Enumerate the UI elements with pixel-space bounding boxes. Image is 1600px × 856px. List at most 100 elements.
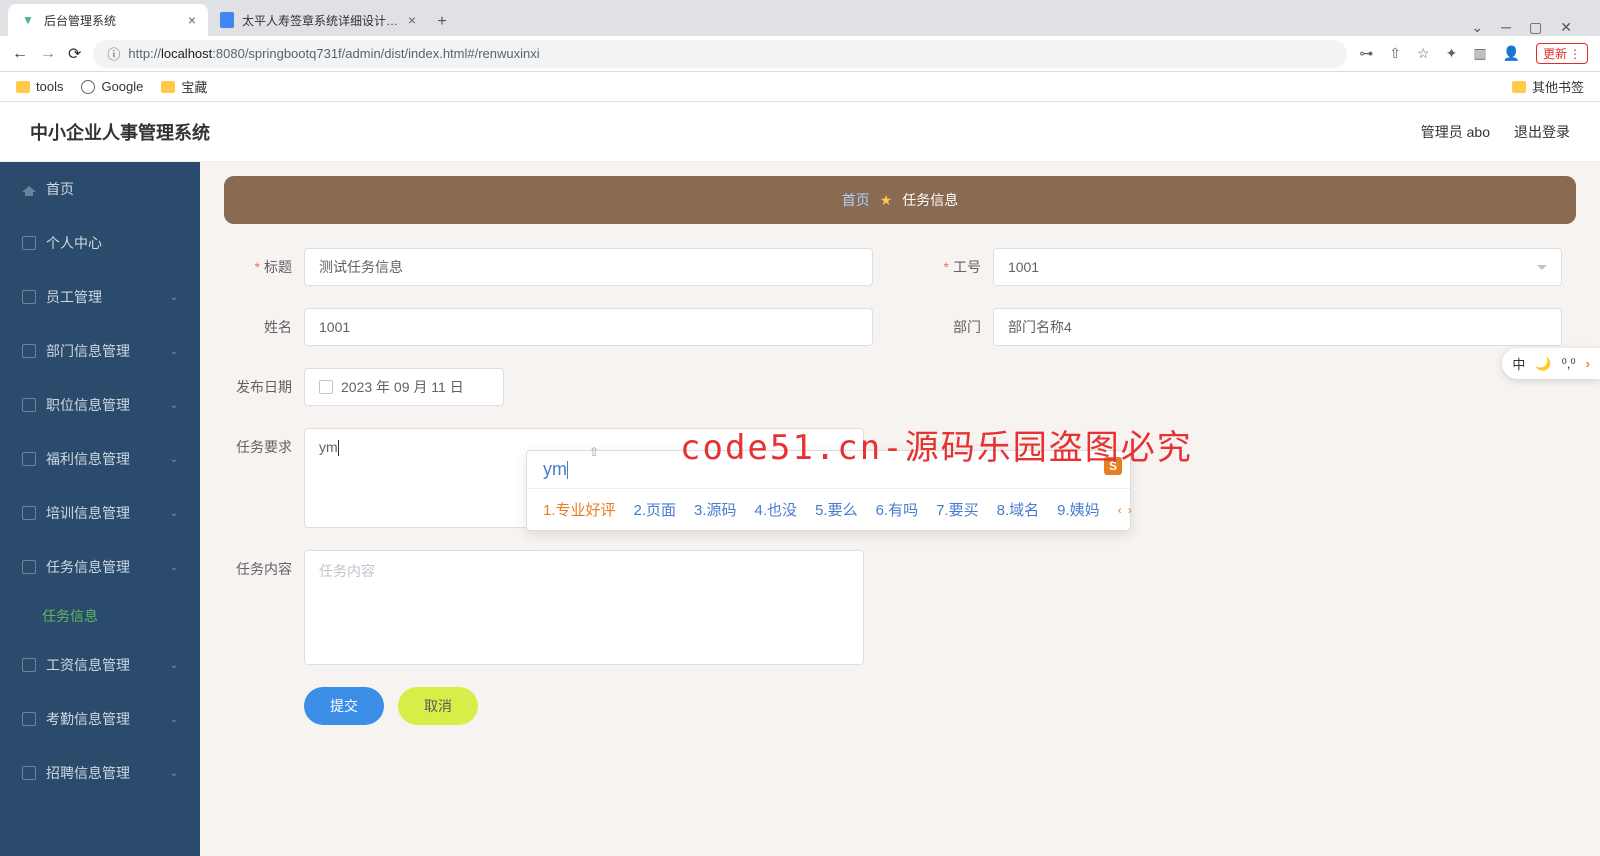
breadcrumb-current: 任务信息 [902, 190, 958, 210]
sidebar-item-training[interactable]: 培训信息管理⌄ [0, 486, 200, 540]
chevron-down-icon[interactable]: ⌄ [1471, 19, 1483, 36]
pub-date-input[interactable]: 2023 年 09 月 11 日 [304, 368, 504, 406]
forward-button[interactable]: → [40, 45, 56, 63]
close-icon[interactable]: × [408, 12, 416, 28]
sidebar-subitem-task-info[interactable]: 任务信息 [0, 594, 200, 638]
sidebar-item-employee[interactable]: 员工管理⌄ [0, 270, 200, 324]
browser-tab-active[interactable]: ▼ 后台管理系统 × [8, 4, 208, 36]
vue-icon: ▼ [20, 12, 36, 28]
share-icon[interactable]: ⇧ [1389, 45, 1401, 62]
back-button[interactable]: ← [12, 45, 28, 63]
profile-icon[interactable]: 👤 [1503, 45, 1520, 62]
globe-icon [81, 80, 95, 94]
ime-candidate[interactable]: 2.页面 [634, 499, 677, 520]
sidebar-item-welfare[interactable]: 福利信息管理⌄ [0, 432, 200, 486]
ime-candidate[interactable]: 9.姨妈 [1057, 499, 1100, 520]
sidebar-item-dept[interactable]: 部门信息管理⌄ [0, 324, 200, 378]
chevron-right-icon[interactable]: › [1586, 356, 1590, 371]
ime-candidate[interactable]: 8.域名 [997, 499, 1040, 520]
browser-tab[interactable]: 太平人寿签章系统详细设计文档 × [208, 4, 428, 36]
extensions-icon[interactable]: ✦ [1446, 45, 1458, 62]
bookmark-treasure[interactable]: 宝藏 [161, 77, 207, 96]
ime-candidate[interactable]: 7.要买 [936, 499, 979, 520]
bookmark-tools[interactable]: tools [16, 79, 63, 94]
cancel-button[interactable]: 取消 [398, 687, 478, 725]
name-input[interactable]: 1001 [304, 308, 873, 346]
maximize-icon[interactable]: ▢ [1529, 19, 1542, 36]
ime-status-widget[interactable]: 中 🌙 ⁰,⁰ › [1502, 348, 1600, 379]
bookmarks-bar: tools Google 宝藏 其他书签 [0, 72, 1600, 102]
docs-icon [220, 12, 234, 28]
label-content: 任务内容 [224, 550, 304, 579]
chevron-down-icon: ⌄ [170, 346, 178, 357]
dept-input[interactable]: 部门名称4 [993, 308, 1562, 346]
ime-popup: ym S ⇧ 1.专业好评 2.页面 3.源码 4.也没 5.要么 6.有吗 7… [526, 450, 1131, 531]
sidebar-item-recruit[interactable]: 招聘信息管理⌄ [0, 746, 200, 800]
calendar-icon [319, 380, 333, 394]
new-tab-button[interactable]: + [428, 8, 456, 36]
position-icon [22, 398, 36, 412]
info-icon[interactable]: ⓘ [107, 44, 120, 63]
sidebar-item-home[interactable]: 首页 [0, 162, 200, 216]
label-title: *标题 [224, 248, 304, 277]
chevron-down-icon: ⌄ [170, 768, 178, 779]
update-button[interactable]: 更新 ⋮ [1536, 43, 1588, 64]
bookmark-google[interactable]: Google [81, 79, 143, 94]
recruit-icon [22, 766, 36, 780]
ime-candidate[interactable]: 5.要么 [815, 499, 858, 520]
up-arrow-icon: ⇧ [589, 445, 599, 459]
tab-title: 太平人寿签章系统详细设计文档 [242, 12, 400, 29]
chevron-down-icon: ⌄ [170, 292, 178, 303]
submit-button[interactable]: 提交 [304, 687, 384, 725]
logout-link[interactable]: 退出登录 [1514, 122, 1570, 142]
sidebar-item-task[interactable]: 任务信息管理⌄ [0, 540, 200, 594]
home-icon [22, 182, 36, 196]
chevron-down-icon: ⌄ [170, 400, 178, 411]
users-icon [22, 290, 36, 304]
ime-candidate[interactable]: 3.源码 [694, 499, 737, 520]
sidebar-item-salary[interactable]: 工资信息管理⌄ [0, 638, 200, 692]
other-bookmarks[interactable]: 其他书签 [1512, 77, 1584, 96]
breadcrumb-home[interactable]: 首页 [842, 190, 870, 210]
ime-candidate[interactable]: 1.专业好评 [543, 499, 616, 520]
chevron-down-icon: ⌄ [170, 508, 178, 519]
ime-candidate[interactable]: 4.也没 [755, 499, 798, 520]
job-no-select[interactable]: 1001 [993, 248, 1562, 286]
training-icon [22, 506, 36, 520]
tab-title: 后台管理系统 [44, 12, 180, 29]
app-title: 中小企业人事管理系统 [30, 119, 210, 145]
sidebar-item-attendance[interactable]: 考勤信息管理⌄ [0, 692, 200, 746]
chevron-down-icon: ⌄ [170, 562, 178, 573]
label-requirement: 任务要求 [224, 428, 304, 457]
reading-list-icon[interactable]: ▥ [1473, 45, 1486, 62]
content-textarea[interactable]: 任务内容 [304, 550, 864, 665]
window-close-icon[interactable]: ✕ [1560, 19, 1572, 36]
folder-icon [16, 81, 30, 93]
breadcrumb: 首页 ★ 任务信息 [224, 176, 1576, 224]
star-icon: ★ [880, 192, 893, 209]
sidebar-item-profile[interactable]: 个人中心 [0, 216, 200, 270]
salary-icon [22, 658, 36, 672]
ime-prev-icon[interactable]: ‹ [1118, 503, 1122, 517]
label-dept: 部门 [913, 308, 993, 337]
ime-composition: ym S [527, 451, 1130, 489]
close-icon[interactable]: × [188, 12, 196, 28]
glasses-icon: ⁰,⁰ [1562, 356, 1576, 372]
folder-icon [1512, 81, 1526, 93]
reload-button[interactable]: ⟳ [68, 44, 81, 64]
app-header: 中小企业人事管理系统 管理员 abo 退出登录 [0, 102, 1600, 162]
address-bar: ← → ⟳ ⓘ http://localhost:8080/springboot… [0, 36, 1600, 72]
label-pub-date: 发布日期 [224, 368, 304, 397]
star-icon[interactable]: ☆ [1417, 45, 1430, 62]
title-input[interactable]: 测试任务信息 [304, 248, 873, 286]
key-icon[interactable]: ⊶ [1359, 45, 1373, 62]
welfare-icon [22, 452, 36, 466]
ime-next-icon[interactable]: › [1128, 503, 1132, 517]
label-name: 姓名 [224, 308, 304, 337]
moon-icon: 🌙 [1535, 356, 1551, 372]
sidebar-item-position[interactable]: 职位信息管理⌄ [0, 378, 200, 432]
minimize-icon[interactable]: ─ [1501, 19, 1511, 36]
url-input[interactable]: ⓘ http://localhost:8080/springbootq731f/… [93, 40, 1347, 68]
ime-candidate[interactable]: 6.有吗 [876, 499, 919, 520]
user-label[interactable]: 管理员 abo [1421, 122, 1490, 142]
